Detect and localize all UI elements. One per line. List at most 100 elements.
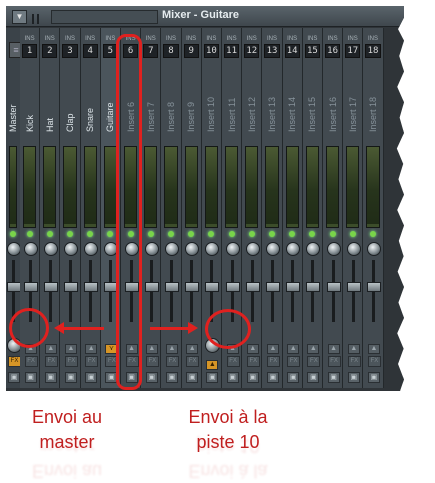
pan-knob[interactable] — [84, 242, 99, 256]
fx-button[interactable]: FX — [85, 356, 99, 367]
pan-knob[interactable] — [326, 242, 341, 256]
fx-button[interactable]: FX — [24, 356, 38, 367]
fx-button[interactable]: FX — [347, 356, 361, 367]
mixer-track-18[interactable]: INS 18 Insert 18 ▲ FX ▣ — [363, 28, 384, 388]
send-arrow-icon[interactable]: ▲ — [85, 344, 98, 354]
fx-button[interactable]: FX — [287, 356, 301, 367]
drag-grip-icon[interactable] — [32, 11, 46, 24]
save-disk-icon[interactable]: ▣ — [226, 372, 239, 383]
mixer-track-17[interactable]: INS 17 Insert 17 ▲ FX ▣ — [343, 28, 364, 388]
save-disk-icon[interactable]: ▣ — [367, 372, 380, 383]
pan-knob[interactable] — [7, 242, 21, 256]
volume-fader[interactable] — [225, 282, 240, 292]
menu-dropdown-button[interactable]: ▼ — [12, 10, 27, 24]
send-arrow-icon[interactable]: ▲ — [367, 344, 380, 354]
save-disk-icon[interactable]: ▣ — [347, 372, 360, 383]
fx-button[interactable]: FX — [64, 356, 78, 367]
mixer-track-9[interactable]: INS 9 Insert 9 ▲ FX ▣ — [181, 28, 202, 388]
enable-led[interactable] — [26, 231, 33, 237]
fx-button[interactable]: FX — [186, 356, 200, 367]
save-disk-icon[interactable]: ▣ — [246, 372, 259, 383]
mixer-track-16[interactable]: INS 16 Insert 16 ▲ FX ▣ — [323, 28, 344, 388]
enable-led[interactable] — [188, 231, 195, 237]
send-arrow-icon[interactable]: ▲ — [186, 344, 199, 354]
pan-knob[interactable] — [164, 242, 179, 256]
save-disk-icon[interactable]: ▣ — [44, 372, 57, 383]
pan-knob[interactable] — [205, 242, 220, 256]
fx-button[interactable]: FX — [145, 356, 159, 367]
pan-knob[interactable] — [225, 242, 240, 256]
enable-led[interactable] — [369, 231, 376, 237]
send-arrow-icon[interactable]: ▲ — [287, 344, 300, 354]
pan-knob[interactable] — [245, 242, 260, 256]
volume-fader[interactable] — [366, 282, 381, 292]
volume-fader[interactable] — [205, 282, 220, 292]
pan-knob[interactable] — [144, 242, 159, 256]
pan-knob[interactable] — [346, 242, 361, 256]
save-disk-icon[interactable]: ▣ — [145, 372, 158, 383]
fx-button[interactable]: FX — [266, 356, 280, 367]
pan-knob[interactable] — [185, 242, 200, 256]
enable-led[interactable] — [208, 231, 215, 237]
enable-led[interactable] — [66, 231, 73, 237]
enable-led[interactable] — [107, 231, 114, 237]
volume-fader[interactable] — [144, 282, 159, 292]
mixer-track-13[interactable]: INS 13 Insert 13 ▲ FX ▣ — [262, 28, 283, 388]
enable-led[interactable] — [329, 231, 336, 237]
volume-fader[interactable] — [23, 282, 38, 292]
volume-fader[interactable] — [84, 282, 99, 292]
save-disk-icon[interactable]: ▣ — [206, 372, 219, 383]
save-disk-icon[interactable]: ▣ — [8, 372, 20, 383]
mixer-track-8[interactable]: INS 8 Insert 8 ▲ FX ▣ — [161, 28, 182, 388]
pan-knob[interactable] — [286, 242, 301, 256]
mixer-track-14[interactable]: INS 14 Insert 14 ▲ FX ▣ — [282, 28, 303, 388]
fx-button[interactable]: FX — [246, 356, 260, 367]
enable-led[interactable] — [10, 231, 16, 237]
save-disk-icon[interactable]: ▣ — [307, 372, 320, 383]
save-disk-icon[interactable]: ▣ — [287, 372, 300, 383]
fx-button[interactable]: FX — [165, 356, 179, 367]
enable-led[interactable] — [309, 231, 316, 237]
volume-fader[interactable] — [63, 282, 78, 292]
pan-knob[interactable] — [265, 242, 280, 256]
mixer-track-15[interactable]: INS 15 Insert 15 ▲ FX ▣ — [302, 28, 323, 388]
pan-knob[interactable] — [306, 242, 321, 256]
enable-led[interactable] — [228, 231, 235, 237]
volume-fader[interactable] — [326, 282, 341, 292]
send-arrow-icon[interactable]: ▲ — [165, 344, 178, 354]
save-disk-icon[interactable]: ▣ — [64, 372, 77, 383]
save-disk-icon[interactable]: ▣ — [327, 372, 340, 383]
fx-button[interactable]: FX — [307, 356, 321, 367]
volume-fader[interactable] — [265, 282, 280, 292]
send-arrow-icon[interactable]: ▲ — [327, 344, 340, 354]
send-arrow-icon[interactable]: ▲ — [266, 344, 279, 354]
volume-fader[interactable] — [185, 282, 200, 292]
volume-fader[interactable] — [346, 282, 361, 292]
send-arrow-icon[interactable]: ▲ — [307, 344, 320, 354]
save-disk-icon[interactable]: ▣ — [165, 372, 178, 383]
fx-button[interactable]: FX — [327, 356, 341, 367]
send-arrow-icon[interactable]: ▲ — [347, 344, 360, 354]
pan-knob[interactable] — [63, 242, 78, 256]
volume-fader[interactable] — [164, 282, 179, 292]
enable-led[interactable] — [289, 231, 296, 237]
save-disk-icon[interactable]: ▣ — [266, 372, 279, 383]
save-disk-icon[interactable]: ▣ — [24, 372, 37, 383]
volume-fader[interactable] — [7, 282, 21, 292]
pan-knob[interactable] — [23, 242, 38, 256]
send-arrow-icon[interactable]: ▲ — [145, 344, 158, 354]
volume-fader[interactable] — [306, 282, 321, 292]
send-arrow-icon[interactable]: ▲ — [246, 344, 259, 354]
enable-led[interactable] — [147, 231, 154, 237]
send-arrow-icon[interactable]: ▲ — [64, 344, 77, 354]
enable-led[interactable] — [248, 231, 255, 237]
mixer-track-7[interactable]: INS 7 Insert 7 ▲ FX ▣ — [141, 28, 162, 388]
pan-knob[interactable] — [43, 242, 58, 256]
enable-led[interactable] — [349, 231, 356, 237]
fx-button[interactable]: FX — [226, 356, 240, 367]
send-arrow-icon[interactable]: ▲ — [44, 344, 57, 354]
mixer-track-3[interactable]: INS 3 Clap ▲ FX ▣ — [60, 28, 81, 388]
mixer-track-4[interactable]: INS 4 Snare ▲ FX ▣ — [80, 28, 101, 388]
pan-knob[interactable] — [366, 242, 381, 256]
fx-button[interactable]: FX — [44, 356, 58, 367]
